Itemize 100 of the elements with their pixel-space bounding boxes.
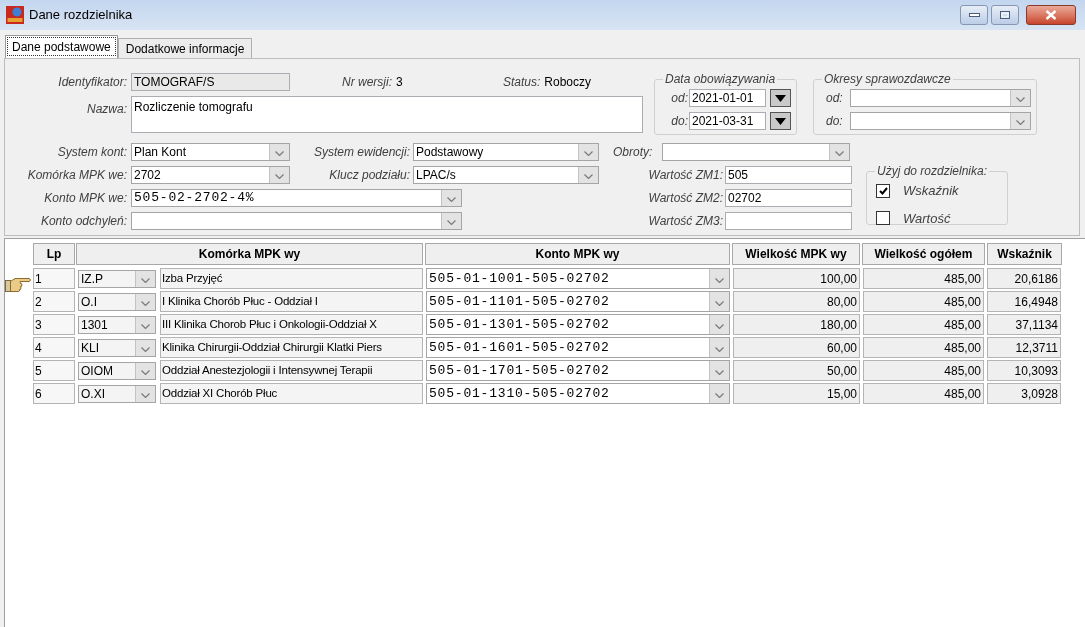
table-cell: 37,1134 <box>987 314 1061 335</box>
column-header[interactable]: Lp <box>33 243 75 265</box>
dropdown-field[interactable]: OIOM <box>78 361 156 380</box>
chevron-down-icon <box>715 369 724 375</box>
field-label: od: <box>826 90 843 107</box>
dropdown-field[interactable]: 505-01-1701-505-02702 <box>426 360 730 381</box>
chevron-down-icon <box>141 392 150 398</box>
table-cell: 12,3711 <box>987 337 1061 358</box>
dropdown-field[interactable] <box>850 89 1031 107</box>
column-header[interactable]: Komórka MPK wy <box>76 243 423 265</box>
text-area[interactable]: Rozliczenie tomografu <box>131 96 643 133</box>
dropdown-field[interactable]: 1301 <box>78 315 156 334</box>
field-label: Komórka MPK we: <box>27 167 127 184</box>
chevron-down-icon <box>584 174 593 179</box>
field-label: Nr wersji: <box>342 74 392 91</box>
triangle-down-icon <box>775 94 786 102</box>
dropdown-field[interactable]: 505-01-1310-505-02702 <box>426 383 730 404</box>
dropdown-field[interactable]: IZ.P <box>78 269 156 288</box>
chevron-down-icon <box>584 151 593 156</box>
chevron-down-icon <box>835 151 844 156</box>
group-title: Data obowiązywania <box>664 73 777 86</box>
dropdown-field[interactable] <box>131 212 462 230</box>
chevron-down-icon <box>1016 120 1025 125</box>
column-header[interactable]: Wielkość ogółem <box>862 243 985 265</box>
chevron-down-icon <box>141 323 150 329</box>
field-label: Status: <box>503 74 541 91</box>
table-cell: Oddział Anestezjologii i Intensywnej Terapii <box>160 360 423 381</box>
table-cell: 485,00 <box>863 360 984 381</box>
table-cell: 3 <box>33 314 75 335</box>
window-title: Dane rozdzielnika <box>29 6 133 25</box>
text-field[interactable]: TOMOGRAF/S <box>131 73 290 91</box>
checkbox[interactable] <box>876 211 890 226</box>
minimize-icon <box>968 13 980 17</box>
table-cell: 100,00 <box>733 268 860 289</box>
dropdown-field[interactable] <box>850 112 1031 130</box>
column-header[interactable]: Wielkość MPK wy <box>732 243 860 265</box>
minimize-button[interactable] <box>960 5 988 25</box>
text-field[interactable] <box>725 212 852 230</box>
field-label: System kont: <box>57 144 127 161</box>
table-cell: 60,00 <box>733 337 860 358</box>
table-cell: 180,00 <box>733 314 860 335</box>
table-cell: 3,0928 <box>987 383 1061 404</box>
dropdown-field[interactable]: 505-01-1001-505-02702 <box>426 268 730 289</box>
app-logo-icon <box>6 6 24 24</box>
checkbox-label: Wartość <box>903 209 951 228</box>
table-cell: 15,00 <box>733 383 860 404</box>
table-cell: 485,00 <box>863 383 984 404</box>
tab[interactable]: Dane podstawowe <box>5 35 118 58</box>
checkbox[interactable] <box>876 183 890 198</box>
tab[interactable]: Dodatkowe informacje <box>117 38 253 58</box>
table-cell: 485,00 <box>863 291 984 312</box>
chevron-down-icon <box>715 323 724 329</box>
chevron-down-icon <box>141 369 150 375</box>
field-label: Wartość ZM2: <box>648 190 723 207</box>
table-cell: 1 <box>33 268 75 289</box>
maximize-button[interactable] <box>991 5 1019 25</box>
field-label: Wartość ZM3: <box>648 213 723 230</box>
table-cell: 2 <box>33 291 75 312</box>
column-header[interactable]: Konto MPK wy <box>425 243 730 265</box>
chevron-down-icon <box>275 151 284 156</box>
dropdown-field[interactable]: 505-01-1301-505-02702 <box>426 314 730 335</box>
dropdown-button[interactable] <box>770 89 791 107</box>
table-cell: 80,00 <box>733 291 860 312</box>
dropdown-field[interactable] <box>662 143 850 161</box>
text-field[interactable]: 02702 <box>725 189 852 207</box>
dropdown-field[interactable]: O.XI <box>78 384 156 403</box>
field-label: do: <box>671 113 688 130</box>
column-header[interactable]: Wskaźnik <box>987 243 1062 265</box>
checkbox-label: Wskaźnik <box>903 182 959 200</box>
chevron-down-icon <box>447 197 456 202</box>
close-button[interactable] <box>1026 5 1076 25</box>
table-cell: Klinika Chirurgii-Oddział Chirurgii Klatki Piers <box>160 337 423 358</box>
field-label: Wartość ZM1: <box>648 167 723 184</box>
chevron-down-icon <box>141 277 150 283</box>
dropdown-field[interactable]: O.I <box>78 292 156 311</box>
table-cell: 50,00 <box>733 360 860 381</box>
text-field[interactable]: 505 <box>725 166 852 184</box>
dropdown-field[interactable]: Plan Kont <box>131 143 290 161</box>
dropdown-field[interactable]: 505-01-1601-505-02702 <box>426 337 730 358</box>
text-field[interactable]: 2021-03-31 <box>689 112 766 130</box>
chevron-down-icon <box>447 220 456 225</box>
table-cell: 20,6186 <box>987 268 1061 289</box>
dropdown-field[interactable]: Podstawowy <box>413 143 599 161</box>
field-label: System ewidencji: <box>313 144 410 161</box>
dropdown-button[interactable] <box>770 112 791 130</box>
dropdown-field[interactable]: 505-02-2702-4% <box>131 189 462 207</box>
chevron-down-icon <box>141 346 150 352</box>
chevron-down-icon <box>715 300 724 306</box>
dropdown-field[interactable]: KLI <box>78 338 156 357</box>
close-icon <box>1045 10 1057 20</box>
text-field[interactable]: 2021-01-01 <box>689 89 766 107</box>
field-label: Nazwa: <box>87 101 127 118</box>
field-label: Konto MPK we: <box>44 190 127 207</box>
table-cell: 485,00 <box>863 314 984 335</box>
field-label: Klucz podziału: <box>329 167 410 184</box>
dropdown-field[interactable]: LPAC/s <box>413 166 599 184</box>
chevron-down-icon <box>715 277 724 283</box>
dropdown-field[interactable]: 505-01-1101-505-02702 <box>426 291 730 312</box>
dropdown-field[interactable]: 2702 <box>131 166 290 184</box>
table-cell: 10,3093 <box>987 360 1061 381</box>
